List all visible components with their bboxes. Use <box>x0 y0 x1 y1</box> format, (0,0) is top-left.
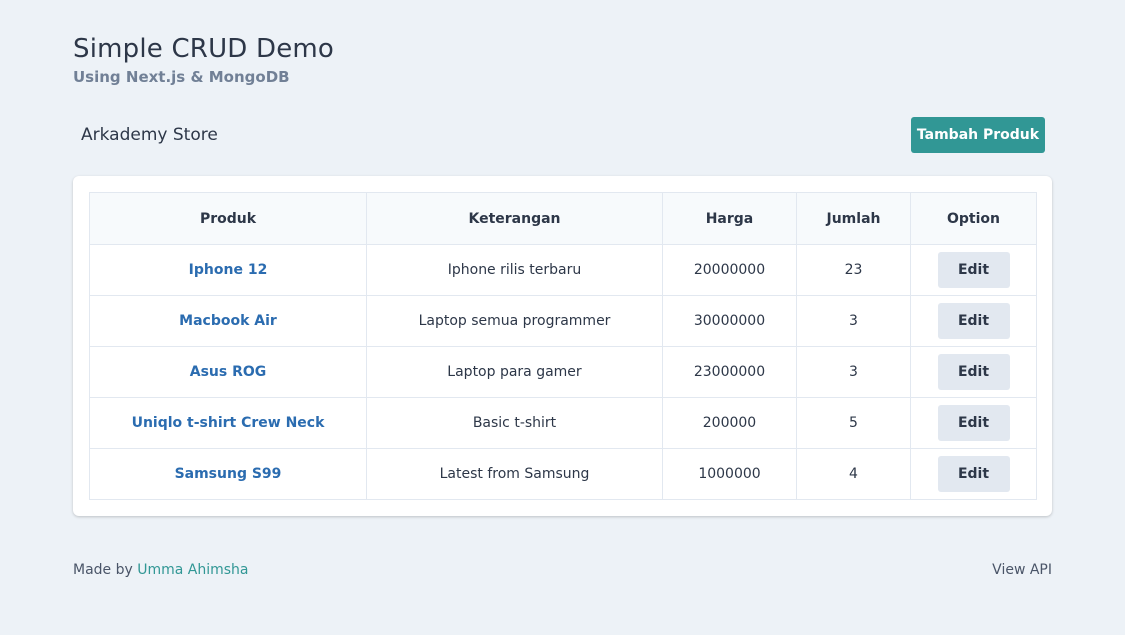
column-header-produk: Produk <box>89 192 367 245</box>
product-price: 1000000 <box>662 448 797 500</box>
product-name: Iphone 12 <box>89 244 367 296</box>
table-row: Samsung S99 Latest from Samsung 1000000 … <box>89 448 1037 500</box>
option-cell: Edit <box>910 244 1037 296</box>
products-table: Produk Keterangan Harga Jumlah Option Ip… <box>89 192 1037 500</box>
product-description: Laptop semua programmer <box>366 295 663 347</box>
add-product-button[interactable]: Tambah Produk <box>911 117 1045 153</box>
product-price: 23000000 <box>662 346 797 398</box>
view-api-link[interactable]: View API <box>992 562 1052 578</box>
edit-button[interactable]: Edit <box>937 252 1010 288</box>
product-description: Laptop para gamer <box>366 346 663 398</box>
credit: Made by Umma Ahimsha <box>73 562 249 578</box>
store-name: Arkademy Store <box>81 125 218 145</box>
product-name: Uniqlo t-shirt Crew Neck <box>89 397 367 449</box>
product-name: Macbook Air <box>89 295 367 347</box>
product-price: 30000000 <box>662 295 797 347</box>
column-header-keterangan: Keterangan <box>366 192 663 245</box>
table-header-row: Produk Keterangan Harga Jumlah Option <box>89 192 1037 245</box>
product-quantity: 3 <box>796 295 911 347</box>
author-link[interactable]: Umma Ahimsha <box>137 562 248 578</box>
edit-button[interactable]: Edit <box>937 405 1010 441</box>
table-row: Iphone 12 Iphone rilis terbaru 20000000 … <box>89 244 1037 296</box>
edit-button[interactable]: Edit <box>937 303 1010 339</box>
edit-button[interactable]: Edit <box>937 456 1010 492</box>
page-header: Simple CRUD Demo Using Next.js & MongoDB <box>73 33 334 87</box>
product-name: Samsung S99 <box>89 448 367 500</box>
product-name: Asus ROG <box>89 346 367 398</box>
page: Simple CRUD Demo Using Next.js & MongoDB… <box>0 0 1125 635</box>
product-quantity: 23 <box>796 244 911 296</box>
made-by-label: Made by <box>73 562 133 578</box>
product-description: Latest from Samsung <box>366 448 663 500</box>
product-quantity: 5 <box>796 397 911 449</box>
page-subtitle: Using Next.js & MongoDB <box>73 68 290 86</box>
column-header-jumlah: Jumlah <box>796 192 911 245</box>
option-cell: Edit <box>910 346 1037 398</box>
table-row: Uniqlo t-shirt Crew Neck Basic t-shirt 2… <box>89 397 1037 449</box>
page-footer: Made by Umma Ahimsha View API <box>73 562 1052 578</box>
page-title: Simple CRUD Demo <box>73 34 335 64</box>
product-quantity: 3 <box>796 346 911 398</box>
product-quantity: 4 <box>796 448 911 500</box>
product-description: Iphone rilis terbaru <box>366 244 663 296</box>
option-cell: Edit <box>910 397 1037 449</box>
product-price: 200000 <box>662 397 797 449</box>
product-description: Basic t-shirt <box>366 397 663 449</box>
option-cell: Edit <box>910 448 1037 500</box>
column-header-option: Option <box>910 192 1037 245</box>
table-row: Macbook Air Laptop semua programmer 3000… <box>89 295 1037 347</box>
product-price: 20000000 <box>662 244 797 296</box>
products-card: Produk Keterangan Harga Jumlah Option Ip… <box>73 176 1052 516</box>
edit-button[interactable]: Edit <box>937 354 1010 390</box>
store-toolbar: Arkademy Store Tambah Produk <box>81 117 1045 153</box>
table-row: Asus ROG Laptop para gamer 23000000 3 Ed… <box>89 346 1037 398</box>
option-cell: Edit <box>910 295 1037 347</box>
column-header-harga: Harga <box>662 192 797 245</box>
